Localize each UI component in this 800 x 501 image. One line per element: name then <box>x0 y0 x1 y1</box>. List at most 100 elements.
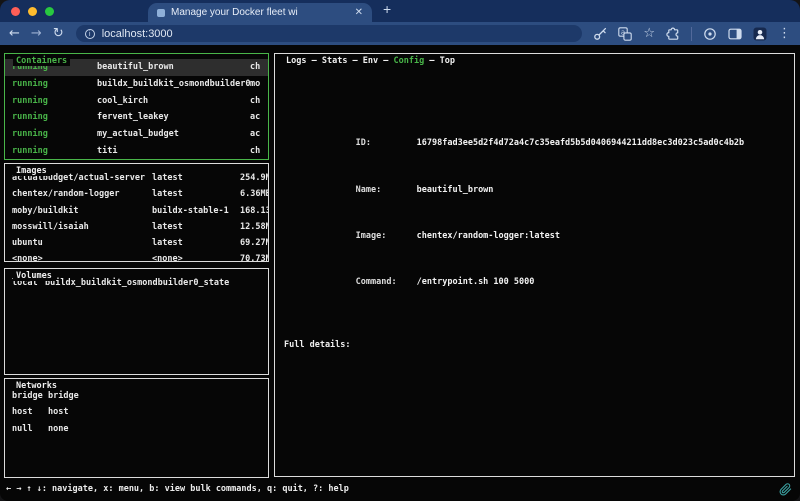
overview-value: 16798fad3ee5d2f4d72a4c7c35eafd5b5d040694… <box>417 138 745 148</box>
extensions-puzzle-icon[interactable] <box>666 27 680 41</box>
container-status: running <box>12 109 97 126</box>
terminal-app: Containers running beautiful_brown ch ru… <box>0 45 800 501</box>
forward-icon[interactable]: → <box>31 27 42 40</box>
container-image: ch <box>250 143 261 160</box>
detail-tab[interactable]: Logs <box>286 56 306 66</box>
translate-icon[interactable]: a <box>618 27 632 41</box>
config-line: Created: "2023-12-10T00:21:41.938158712Z… <box>284 468 794 476</box>
network-row[interactable]: host host <box>5 404 268 420</box>
paperclip-link-icon[interactable] <box>779 483 792 496</box>
container-name: buildx_buildkit_osmondbuilder0 <box>97 76 250 93</box>
networks-list: bridge bridge host host null none <box>5 388 268 437</box>
browser-window: Manage your Docker fleet wi ✕ + ← → ↻ i … <box>0 0 800 501</box>
images-panel: Images actualbudget/actual-server latest… <box>4 163 269 262</box>
networks-panel-title[interactable]: Networks <box>13 381 60 391</box>
help-text: ← → ↑ ↓: navigate, x: menu, b: view bulk… <box>6 484 349 494</box>
container-row[interactable]: running my_actual_budget ac <box>5 126 268 143</box>
url-text: localhost:3000 <box>102 28 173 40</box>
container-row[interactable]: running buildx_buildkit_osmondbuilder0 m… <box>5 76 268 93</box>
toolbar-divider <box>691 27 692 41</box>
container-row[interactable]: running titi ch <box>5 143 268 160</box>
site-info-icon[interactable]: i <box>85 29 95 39</box>
image-name: moby/buildkit <box>12 203 152 219</box>
network-driver: null <box>12 421 48 437</box>
address-bar[interactable]: i localhost:3000 <box>76 25 583 42</box>
overview-key: Command: <box>356 274 417 290</box>
volumes-panel-title[interactable]: Volumes <box>13 271 55 281</box>
detail-tab[interactable]: — Top <box>424 56 455 66</box>
zoom-window-button[interactable] <box>45 7 54 16</box>
image-tag: latest <box>152 186 240 202</box>
image-tag: buildx-stable-1 <box>152 203 240 219</box>
extension-icon[interactable] <box>703 27 717 41</box>
container-status: running <box>12 143 97 160</box>
image-name: mosswill/isaiah <box>12 219 152 235</box>
container-row[interactable]: running fervent_leakey ac <box>5 109 268 126</box>
network-name: host <box>48 404 261 420</box>
network-name: bridge <box>48 388 261 404</box>
profile-avatar-icon[interactable] <box>753 27 767 41</box>
image-row[interactable]: moby/buildkit buildx-stable-1 168.13 <box>5 203 268 219</box>
image-tag: <none> <box>152 251 240 262</box>
network-driver: host <box>12 404 48 420</box>
detail-tab[interactable]: — Stats <box>306 56 347 66</box>
network-row[interactable]: null none <box>5 421 268 437</box>
browser-toolbar: ← → ↻ i localhost:3000 a ☆ <box>0 22 800 45</box>
image-size: 6.36MB <box>240 186 268 202</box>
images-panel-title[interactable]: Images <box>13 166 50 176</box>
config-line: Id: "16798fad3ee5d2f4d72a4c7c35eafd5b5d0… <box>284 422 794 438</box>
overview-value: /entrypoint.sh 100 5000 <box>417 277 535 287</box>
minimize-window-button[interactable] <box>28 7 37 16</box>
full-details-label: Full details: <box>284 337 794 353</box>
image-row[interactable]: ubuntu latest 69.27M <box>5 235 268 251</box>
container-name: beautiful_brown <box>97 59 250 76</box>
volume-name: buildx_buildkit_osmondbuilder0_state <box>45 275 261 291</box>
detail-panel: Logs — Stats — Env — Config — Top ID:167… <box>274 53 795 477</box>
image-size: 168.13 <box>240 203 268 219</box>
image-row[interactable]: <none> <none> 70.73M <box>5 251 268 262</box>
containers-panel-title[interactable]: Containers <box>13 56 70 66</box>
kebab-menu-icon[interactable]: ⋮ <box>778 27 791 40</box>
image-tag: latest <box>152 219 240 235</box>
network-name: none <box>48 421 261 437</box>
image-row[interactable]: mosswill/isaiah latest 12.58M <box>5 219 268 235</box>
tab-close-icon[interactable]: ✕ <box>355 7 363 18</box>
container-status: running <box>12 76 97 93</box>
password-key-icon[interactable] <box>593 27 607 41</box>
image-size: 70.73M <box>240 251 268 262</box>
containers-list: running beautiful_brown ch running build… <box>5 59 268 160</box>
reload-icon[interactable]: ↻ <box>53 27 64 40</box>
container-row[interactable]: running cool_kirch ch <box>5 93 268 110</box>
tab-favicon-icon <box>157 9 165 17</box>
container-name: my_actual_budget <box>97 126 250 143</box>
container-status: running <box>12 93 97 110</box>
container-image: ch <box>250 93 261 110</box>
container-image: ac <box>250 109 261 126</box>
container-status: running <box>12 126 97 143</box>
overview-row: Command:/entrypoint.sh 100 5000 <box>284 258 794 274</box>
image-tag: latest <box>152 170 240 186</box>
statusbar: ← → ↑ ↓: navigate, x: menu, b: view bulk… <box>0 480 800 498</box>
close-window-button[interactable] <box>11 7 20 16</box>
container-name: titi <box>97 143 250 160</box>
detail-tab[interactable]: — Env <box>347 56 378 66</box>
detail-tab[interactable]: — Config <box>378 56 424 66</box>
window-controls <box>11 7 54 16</box>
containers-panel: Containers running beautiful_brown ch ru… <box>4 53 269 160</box>
image-size: 69.27M <box>240 235 268 251</box>
overview-row: Name:beautiful_brown <box>284 165 794 181</box>
side-panel-icon[interactable] <box>728 27 742 41</box>
browser-tab[interactable]: Manage your Docker fleet wi ✕ <box>148 3 372 22</box>
new-tab-button[interactable]: + <box>383 1 391 17</box>
toolbar-actions: a ☆ ⋮ <box>593 27 791 41</box>
back-icon[interactable]: ← <box>9 27 20 40</box>
volumes-panel: Volumes local buildx_buildkit_osmondbuil… <box>4 268 269 375</box>
config-overview: ID:16798fad3ee5d2f4d72a4c7c35eafd5b5d040… <box>284 79 794 294</box>
overview-key: Name: <box>356 182 417 198</box>
container-name: fervent_leakey <box>97 109 250 126</box>
overview-value: chentex/random-logger:latest <box>417 231 560 241</box>
config-yaml: Id: "16798fad3ee5d2f4d72a4c7c35eafd5b5d0… <box>284 382 794 476</box>
container-image: mo <box>250 76 261 93</box>
image-row[interactable]: chentex/random-logger latest 6.36MB <box>5 186 268 202</box>
bookmark-star-icon[interactable]: ☆ <box>643 27 655 40</box>
